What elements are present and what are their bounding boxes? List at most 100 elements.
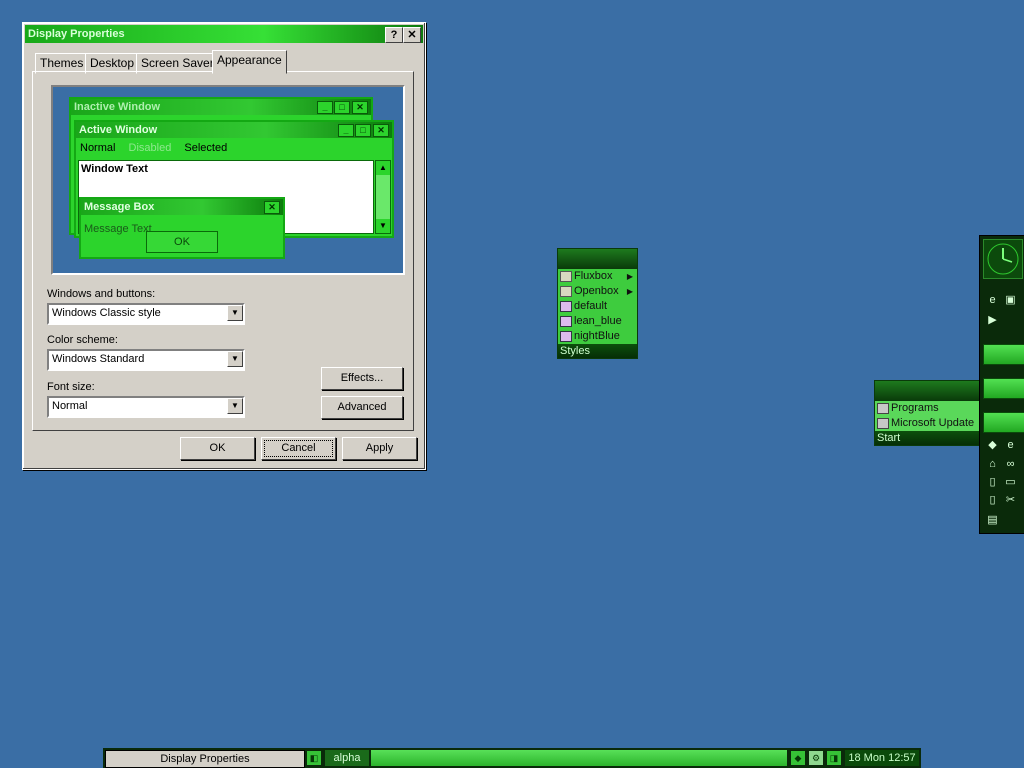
clock-widget — [983, 239, 1023, 279]
chevron-down-icon[interactable]: ▼ — [227, 398, 243, 414]
close-icon: ✕ — [373, 124, 389, 137]
preview-ok-button: OK — [146, 231, 218, 253]
font-size-select[interactable]: Normal ▼ — [47, 396, 245, 418]
internet-explorer-icon[interactable]: e — [1004, 439, 1017, 452]
documents-icon[interactable]: ▤ — [986, 514, 999, 527]
submenu-arrow-icon: ▶ — [626, 272, 633, 281]
menu-item-label: Openbox — [574, 285, 619, 297]
menu-item-default[interactable]: default — [558, 299, 637, 314]
tray-app-icon[interactable]: ◨ — [827, 751, 841, 765]
chevron-down-icon[interactable]: ▼ — [227, 305, 243, 321]
display-properties-dialog: Display Properties ? ✕ Themes Desktop Sc… — [22, 22, 426, 470]
menu-item-nightblue[interactable]: nightBlue — [558, 329, 637, 344]
tab-appearance[interactable]: Appearance — [212, 50, 287, 74]
menu-item-label: Fluxbox — [574, 270, 613, 282]
start-menu: Programs Microsoft Update Start — [874, 380, 981, 446]
workspace-next-icon[interactable]: ◆ — [791, 751, 805, 765]
ok-button[interactable]: OK — [180, 437, 255, 460]
windows-buttons-value: Windows Classic style — [52, 307, 161, 319]
window-text: Window Text — [81, 163, 148, 175]
internet-explorer-icon[interactable]: e — [986, 294, 999, 307]
workspace-label[interactable]: alpha — [325, 750, 369, 766]
close-button[interactable]: ✕ — [403, 27, 421, 43]
color-scheme-value: Windows Standard — [52, 353, 145, 365]
windows-buttons-label: Windows and buttons: — [47, 288, 156, 300]
dock-button-3[interactable] — [983, 412, 1024, 433]
apply-button[interactable]: Apply — [342, 437, 417, 460]
font-size-label: Font size: — [47, 381, 95, 393]
taskbar: Display Properties ◧ alpha ◆ ⚙ ◨ 18 Mon … — [103, 748, 921, 768]
help-button[interactable]: ? — [385, 27, 403, 43]
menu-item-fluxbox[interactable]: Fluxbox ▶ — [558, 269, 637, 284]
minimize-icon: _ — [338, 124, 354, 137]
preview-menu-bar: Normal Disabled Selected — [80, 142, 227, 154]
start-menu-footer: Start — [875, 431, 980, 445]
menu-item-openbox[interactable]: Openbox ▶ — [558, 284, 637, 299]
documents-icon[interactable]: ▣ — [1004, 294, 1017, 307]
color-scheme-select[interactable]: Windows Standard ▼ — [47, 349, 245, 371]
chevron-down-icon[interactable]: ▼ — [227, 351, 243, 367]
style-file-icon — [560, 331, 572, 342]
style-file-icon — [560, 316, 572, 327]
taskbar-item-display-properties[interactable]: Display Properties — [105, 750, 305, 768]
tray-network-icon[interactable]: ⚙ — [809, 751, 823, 765]
color-scheme-label: Color scheme: — [47, 334, 118, 346]
styles-menu-footer: Styles — [558, 344, 637, 358]
folder-icon — [560, 286, 572, 297]
update-icon — [877, 418, 889, 429]
active-window-title: Active Window — [79, 124, 158, 136]
network-icon[interactable]: ⌂ — [986, 458, 999, 471]
media-player-icon[interactable]: ▶ — [986, 314, 999, 327]
appearance-panel: Inactive Window _ □ ✕ Active Window _ □ … — [32, 71, 414, 431]
menu-item-microsoft-update[interactable]: Microsoft Update — [875, 416, 980, 431]
scroll-up-icon: ▲ — [376, 161, 390, 175]
tools-icon[interactable]: ✂ — [1004, 494, 1017, 507]
styles-menu-header — [558, 249, 637, 269]
recycle-bin-icon[interactable]: ▯ — [986, 494, 999, 507]
styles-menu: Fluxbox ▶ Openbox ▶ default lean_blue ni… — [557, 248, 638, 359]
menu-disabled: Disabled — [128, 142, 172, 154]
folder-icon[interactable]: ▭ — [1004, 476, 1017, 489]
dock-button-1[interactable] — [983, 344, 1024, 365]
menu-selected: Selected — [184, 142, 228, 154]
recycle-bin-icon[interactable]: ▯ — [986, 476, 999, 489]
scroll-down-icon: ▼ — [376, 219, 390, 233]
close-icon: ✕ — [264, 201, 280, 214]
style-file-icon — [560, 301, 572, 312]
dialog-titlebar[interactable]: Display Properties ? ✕ — [25, 25, 423, 43]
folder-icon — [560, 271, 572, 282]
start-menu-header — [875, 381, 980, 401]
menu-item-label: lean_blue — [574, 315, 622, 327]
submenu-arrow-icon: ▶ — [626, 287, 633, 296]
dialog-title: Display Properties — [28, 28, 125, 40]
menu-item-programs[interactable]: Programs — [875, 401, 980, 416]
appearance-preview: Inactive Window _ □ ✕ Active Window _ □ … — [51, 85, 405, 275]
dock-button-2[interactable] — [983, 378, 1024, 399]
menu-item-label: nightBlue — [574, 330, 620, 342]
menu-item-label: default — [574, 300, 608, 312]
inactive-window-title: Inactive Window — [74, 101, 161, 113]
message-box-title: Message Box — [84, 201, 155, 213]
cancel-button[interactable]: Cancel — [261, 437, 336, 460]
maximize-icon: □ — [355, 124, 371, 137]
menu-item-lean-blue[interactable]: lean_blue — [558, 314, 637, 329]
windows-buttons-select[interactable]: Windows Classic style ▼ — [47, 303, 245, 325]
preview-message-box: Message Box ✕ Message Text OK — [79, 197, 285, 259]
preview-scrollbar: ▲ ▼ — [375, 160, 391, 234]
maximize-icon: □ — [334, 101, 350, 114]
messenger-icon[interactable]: ∞ — [1004, 458, 1017, 471]
font-size-value: Normal — [52, 400, 88, 412]
message-text: Message Text — [84, 223, 152, 235]
workspace-prev-icon[interactable]: ◧ — [307, 751, 321, 765]
menu-normal: Normal — [80, 142, 116, 154]
menu-item-label: Microsoft Update — [891, 417, 975, 429]
minimize-icon: _ — [317, 101, 333, 114]
clock-icon — [987, 243, 1019, 275]
programs-icon — [877, 403, 889, 414]
menu-item-label: Programs — [891, 402, 939, 414]
taskbar-clock: 18 Mon 12:57 — [845, 750, 919, 766]
effects-button[interactable]: Effects... — [321, 367, 403, 390]
close-icon: ✕ — [352, 101, 368, 114]
desktop-icon[interactable]: ◆ — [986, 439, 999, 452]
advanced-button[interactable]: Advanced — [321, 396, 403, 419]
